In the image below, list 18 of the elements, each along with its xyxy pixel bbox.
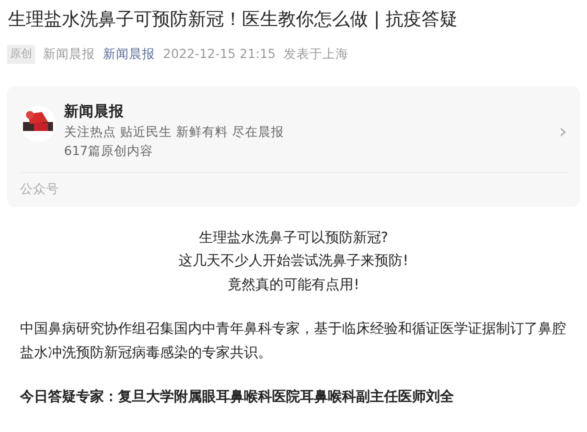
original-count: 617篇原创内容 [64, 142, 154, 160]
publish-time: 2022-12-15 21:15 [163, 45, 276, 63]
account-name: 新闻晨报 [64, 102, 125, 122]
chevron-icon: › [559, 120, 567, 141]
paragraph: 中国鼻病研究协作组召集国内中青年鼻科专家，基于临床经验和循证医学证据制订了鼻腔盐水冲洗预防新冠病毒感染的专家共识。 [20, 320, 567, 362]
profile-card[interactable]: 新闻晨报 关注热点 贴近民生 新鲜有料 尽在晨报 617篇原创内容 › 公众号 [7, 86, 580, 206]
author-name: 新闻晨报 [43, 45, 95, 63]
account-link[interactable]: 新闻晨报 [103, 45, 155, 64]
intro-line: 生理盐水洗鼻子可以预防新冠? [198, 228, 390, 248]
intro-line: 竟然真的可能有点用! [226, 276, 360, 294]
account-description: 关注热点 贴近民生 新鲜有料 尽在晨报 [64, 122, 285, 141]
publish-location: 发表于上海 [284, 45, 349, 63]
account-logo-icon [20, 106, 56, 142]
original-tag: 原创 [7, 45, 35, 64]
account-type-label: 公众号 [20, 172, 567, 198]
expert-line: 今日答疑专家：复旦大学附属眼耳鼻喉科医院耳鼻喉科副主任医师刘全 [20, 388, 455, 407]
article-title: 生理盐水洗鼻子可预防新冠！医生教你怎么做 | 抗疫答疑 [8, 8, 459, 32]
intro-line: 这几天不少人开始尝试洗鼻子来预防! [178, 252, 410, 271]
